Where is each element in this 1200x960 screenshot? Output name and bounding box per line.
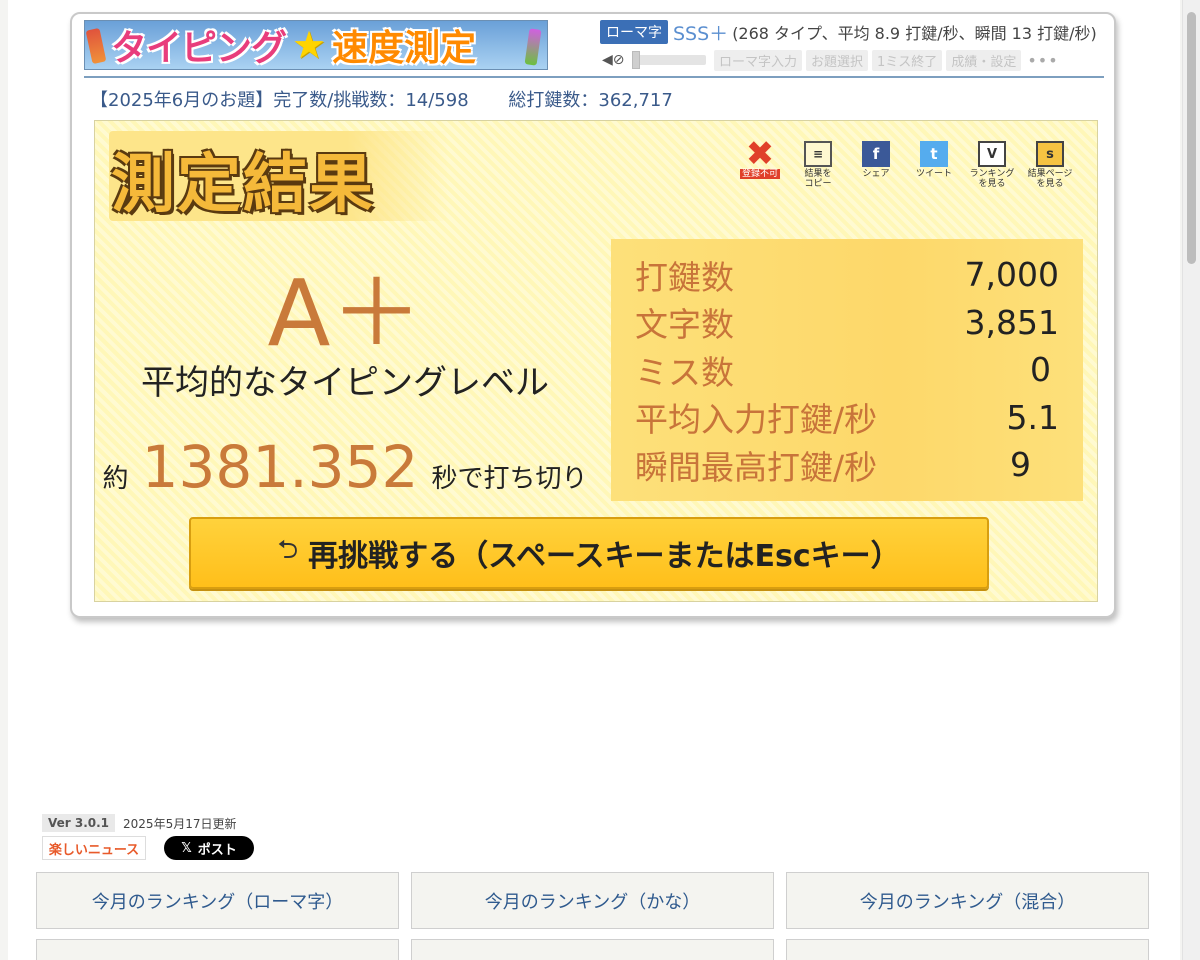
register-disabled-label: 登録不可 xyxy=(739,169,780,179)
version-badge: Ver 3.0.1 xyxy=(42,814,116,832)
view-result-page-label: 結果ページ を見る xyxy=(1027,169,1073,189)
stat-label: 文字数 xyxy=(635,305,734,345)
stat-label: 打鍵数 xyxy=(635,257,734,297)
register-disabled-button[interactable]: ✖ 登録不可 xyxy=(731,134,789,189)
ranking-romaji-button[interactable]: 今月のランキング（ローマ字） xyxy=(36,872,399,929)
nav-button[interactable] xyxy=(36,939,399,960)
nav-button[interactable] xyxy=(411,939,774,960)
ranking-mixed-button[interactable]: 今月のランキング（混合） xyxy=(786,872,1149,929)
tweet-label: ツイート xyxy=(915,169,952,179)
news-label: 楽しいニュース xyxy=(48,842,140,858)
topic-select-button[interactable]: お題選択 xyxy=(806,49,869,71)
best-rank: SSS＋ xyxy=(673,22,729,45)
grade: A＋ xyxy=(267,260,423,367)
stat-row: 文字数 3,851 xyxy=(635,299,1059,347)
romaji-input-button[interactable]: ローマ字入力 xyxy=(714,49,803,71)
result-actions: ✖ 登録不可 ≡ 結果を コピー f シェア t ツイート V ランキング を見… xyxy=(731,134,1079,189)
one-miss-end-button[interactable]: 1ミス終了 xyxy=(872,49,943,71)
typing-panel: タイピング ★ 速度測定 ローマ字 SSS＋ (268 タイプ、平均 8.9 打… xyxy=(70,12,1116,618)
time-suffix: 秒で打ち切り xyxy=(431,464,588,494)
stat-value: 7,000 xyxy=(964,255,1059,295)
retry-icon: ⮌ xyxy=(277,535,299,565)
stat-value: 5.1 xyxy=(1006,397,1059,437)
result-title: 測定結果 xyxy=(109,131,449,222)
site-logo[interactable]: タイピング ★ 速度測定 xyxy=(84,20,548,70)
stat-row: 瞬間最高打鍵/秒 9 xyxy=(635,441,1059,489)
toolbar: ◀⊘ ローマ字入力 お題選択 1ミス終了 成績・設定 ••• xyxy=(602,49,1112,71)
results-settings-button[interactable]: 成績・設定 xyxy=(946,49,1022,71)
retry-button[interactable]: ⮌ 再挑戦する（スペースキーまたはEscキー） xyxy=(189,517,989,589)
best-rank-summary: ローマ字 SSS＋ (268 タイプ、平均 8.9 打鍵/秒、瞬間 13 打鍵/… xyxy=(600,18,1112,46)
retry-label: 再挑戦する（スペースキーまたはEscキー） xyxy=(308,539,901,574)
stat-row: ミス数 0 xyxy=(635,346,1059,394)
star-icon: ★ xyxy=(292,23,327,67)
more-icon[interactable]: ••• xyxy=(1027,51,1058,70)
pencil-decoration xyxy=(85,27,107,65)
time-prefix: 約 xyxy=(102,464,129,494)
facebook-share-label: シェア xyxy=(862,169,890,179)
ranking-icon: V xyxy=(978,141,1006,167)
result-stats-table: 打鍵数 7,000 文字数 3,851 ミス数 0 平均入力打鍵/秒 5.1 瞬… xyxy=(611,239,1083,501)
result-title-text: 測定結果 xyxy=(111,148,375,222)
view-ranking-button[interactable]: V ランキング を見る xyxy=(963,141,1021,189)
x-icon: ✖ xyxy=(745,134,775,174)
twitter-icon: t xyxy=(920,141,948,167)
mode-badge: ローマ字 xyxy=(600,20,668,44)
nav-button[interactable] xyxy=(786,939,1149,960)
facebook-icon: f xyxy=(862,141,890,167)
copy-result-button[interactable]: ≡ 結果を コピー xyxy=(789,141,847,189)
time-value: 1381.352 xyxy=(141,433,419,501)
topic-progress: 【2025年6月のお題】完了数/挑戦数：14/598 xyxy=(90,90,469,111)
speaker-mute-icon[interactable]: ◀⊘ xyxy=(602,52,628,68)
stat-value: 3,851 xyxy=(964,302,1059,342)
logo-text-typing: タイピング xyxy=(111,28,287,69)
facebook-share-button[interactable]: f シェア xyxy=(847,141,905,189)
best-rank-detail: (268 タイプ、平均 8.9 打鍵/秒、瞬間 13 打鍵/秒) xyxy=(732,24,1097,43)
news-link[interactable]: 楽しいニュース xyxy=(42,836,146,860)
logo-text-speed: 速度測定 xyxy=(332,28,477,69)
pencil-decoration xyxy=(524,28,542,66)
stat-row: 打鍵数 7,000 xyxy=(635,251,1059,299)
volume-slider[interactable] xyxy=(632,51,706,69)
copy-result-label: 結果を コピー xyxy=(804,169,832,189)
result-page-icon: s xyxy=(1036,141,1064,167)
update-date: 2025年5月17日更新 xyxy=(123,816,237,831)
clipboard-icon: ≡ xyxy=(804,141,832,167)
elapsed-time: 約 1381.352 秒で打ち切り xyxy=(95,433,595,501)
scrollbar-thumb[interactable] xyxy=(1187,12,1196,264)
ranking-nav: 今月のランキング（ローマ字） 今月のランキング（かな） 今月のランキング（混合） xyxy=(36,872,1150,960)
stat-row: 平均入力打鍵/秒 5.1 xyxy=(635,394,1059,442)
view-ranking-label: ランキング を見る xyxy=(969,169,1015,189)
post-label: ポスト xyxy=(197,842,237,858)
divider xyxy=(84,76,1104,78)
vertical-scrollbar[interactable] xyxy=(1182,0,1200,960)
topic-stats: 【2025年6月のお題】完了数/挑戦数：14/598 総打鍵数：362,717 xyxy=(90,86,707,112)
stat-value: 0 xyxy=(1030,350,1051,390)
x-icon: 𝕏 xyxy=(181,840,192,856)
result-box: 測定結果 ✖ 登録不可 ≡ 結果を コピー f シェア t ツイート V ランキ… xyxy=(94,120,1098,602)
stat-label: 平均入力打鍵/秒 xyxy=(635,400,878,440)
x-post-button[interactable]: 𝕏 ポスト xyxy=(164,836,254,860)
stat-value: 9 xyxy=(1010,445,1031,485)
version-info: Ver 3.0.1 2025年5月17日更新 xyxy=(42,814,236,832)
stat-label: 瞬間最高打鍵/秒 xyxy=(635,447,878,487)
view-result-page-button[interactable]: s 結果ページ を見る xyxy=(1021,141,1079,189)
volume-knob[interactable] xyxy=(632,51,640,69)
stat-label: ミス数 xyxy=(635,352,734,392)
ranking-kana-button[interactable]: 今月のランキング（かな） xyxy=(411,872,774,929)
level-description: 平均的なタイピングレベル xyxy=(141,363,549,403)
total-keystrokes: 総打鍵数：362,717 xyxy=(508,90,673,111)
tweet-button[interactable]: t ツイート xyxy=(905,141,963,189)
